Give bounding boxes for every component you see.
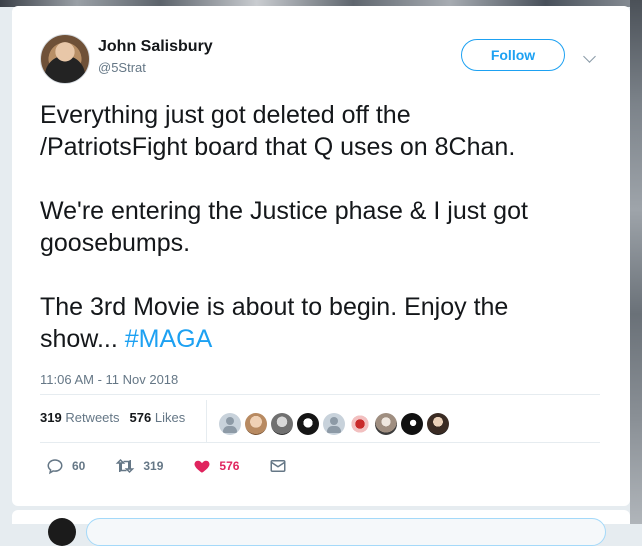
likes-label: Likes xyxy=(154,410,186,425)
like-count: 576 xyxy=(219,459,240,473)
author-avatar[interactable] xyxy=(40,34,90,84)
retweets-label: Retweets xyxy=(65,410,120,425)
liker-avatar[interactable] xyxy=(401,413,423,435)
retweets-count: 319 xyxy=(40,410,62,425)
tweet-body: Everything just got deleted off the /Pat… xyxy=(40,101,528,353)
divider-bottom xyxy=(40,442,600,443)
tweet-stats: 319 Retweets 576 Likes xyxy=(40,410,185,425)
retweet-count: 319 xyxy=(143,459,164,473)
tweet-timestamp[interactable]: 11:06 AM - 11 Nov 2018 xyxy=(40,372,178,387)
author-name[interactable]: John Salisbury xyxy=(98,38,213,56)
like-action[interactable]: 576 xyxy=(193,457,239,475)
stats-separator xyxy=(206,400,207,442)
retweets-stat[interactable]: 319 Retweets xyxy=(40,410,120,425)
follow-button[interactable]: Follow xyxy=(461,39,565,71)
liker-avatar[interactable] xyxy=(427,413,449,435)
liker-avatar[interactable] xyxy=(323,413,345,435)
retweet-action[interactable]: 319 xyxy=(115,457,163,475)
tweet-card: John Salisbury @5Strat Follow Everything… xyxy=(12,6,630,506)
background-strip-right xyxy=(630,0,642,524)
reply-input[interactable] xyxy=(86,518,606,546)
direct-message-action[interactable] xyxy=(269,457,287,475)
likes-count: 576 xyxy=(129,410,152,425)
liker-avatar[interactable] xyxy=(219,413,241,435)
envelope-icon xyxy=(270,460,286,472)
author-handle[interactable]: @5Strat xyxy=(98,60,146,75)
retweet-icon xyxy=(116,458,135,474)
liker-avatar[interactable] xyxy=(245,413,267,435)
divider-top xyxy=(40,394,600,395)
reply-icon xyxy=(47,459,63,475)
reply-count: 60 xyxy=(72,459,86,473)
liker-avatars xyxy=(219,413,453,435)
liker-avatar[interactable] xyxy=(349,413,371,435)
chevron-down-icon[interactable] xyxy=(583,50,596,63)
likes-stat[interactable]: 576 Likes xyxy=(130,410,186,425)
liker-avatar[interactable] xyxy=(297,413,319,435)
reply-action[interactable]: 60 xyxy=(46,457,85,475)
tweet-text: Everything just got deleted off the /Pat… xyxy=(40,99,600,355)
action-bar: 60 319 576 xyxy=(46,457,317,475)
hashtag-link[interactable]: #MAGA xyxy=(125,325,213,353)
current-user-avatar[interactable] xyxy=(48,518,76,546)
liker-avatar[interactable] xyxy=(375,413,397,435)
liker-avatar[interactable] xyxy=(271,413,293,435)
heart-icon xyxy=(194,460,210,473)
